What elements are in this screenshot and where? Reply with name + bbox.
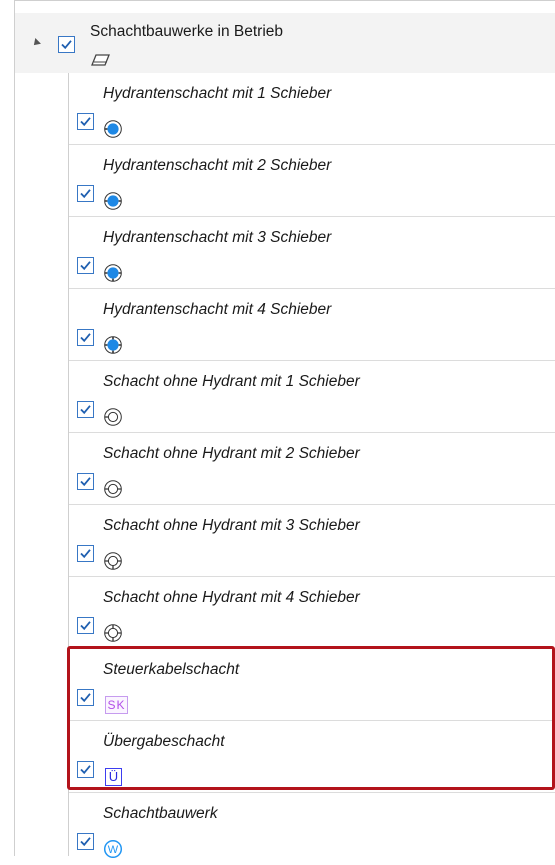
group-checkbox[interactable] — [58, 36, 75, 53]
shaft-valve-2-icon — [104, 480, 122, 498]
layer-checkbox[interactable] — [77, 545, 94, 562]
layer-label: Schacht ohne Hydrant mit 3 Schieber — [103, 517, 360, 534]
layer-label: Hydrantenschacht mit 3 Schieber — [103, 229, 332, 246]
group-label: Schachtbauwerke in Betrieb — [90, 23, 284, 40]
layer-checkbox[interactable] — [77, 185, 94, 202]
panel-border-left — [14, 0, 15, 856]
layer-item[interactable]: Hydrantenschacht mit 1 Schieber — [69, 73, 555, 145]
hydrant-valve-3-icon — [104, 264, 122, 282]
layer-label: Übergabeschacht — [103, 733, 225, 750]
hydrant-valve-4-icon — [104, 336, 122, 354]
sk-badge-icon: SK — [105, 696, 128, 714]
layer-label: Hydrantenschacht mit 2 Schieber — [103, 157, 332, 174]
layer-label: Schacht ohne Hydrant mit 2 Schieber — [103, 445, 360, 462]
layer-item[interactable]: Hydrantenschacht mit 4 Schieber — [69, 289, 555, 361]
eraser-icon — [90, 53, 112, 72]
layer-label: Schacht ohne Hydrant mit 4 Schieber — [103, 589, 360, 606]
layer-checkbox[interactable] — [77, 401, 94, 418]
layer-item[interactable]: Schacht ohne Hydrant mit 2 Schieber — [69, 433, 555, 505]
layer-checkbox[interactable] — [77, 257, 94, 274]
hydrant-valve-2-icon — [104, 192, 122, 210]
layer-label: Schacht ohne Hydrant mit 1 Schieber — [103, 373, 360, 390]
layer-item[interactable]: Schacht ohne Hydrant mit 4 Schieber — [69, 577, 555, 649]
layer-item[interactable]: Hydrantenschacht mit 2 Schieber — [69, 145, 555, 217]
layer-item[interactable]: Übergabeschacht Ü — [69, 721, 555, 793]
svg-text:W: W — [108, 844, 119, 856]
layer-label: Steuerkabelschacht — [103, 661, 240, 678]
ue-badge-icon: Ü — [105, 768, 122, 786]
layer-item[interactable]: Schacht ohne Hydrant mit 1 Schieber — [69, 361, 555, 433]
layer-label: Hydrantenschacht mit 4 Schieber — [103, 301, 332, 318]
layer-checkbox[interactable] — [77, 689, 94, 706]
hydrant-valve-1-icon — [104, 120, 122, 138]
layer-label: Schachtbauwerk — [103, 805, 218, 822]
layer-checkbox[interactable] — [77, 833, 94, 850]
layer-checkbox[interactable] — [77, 113, 94, 130]
layer-checkbox[interactable] — [77, 473, 94, 490]
layer-item[interactable]: Hydrantenschacht mit 3 Schieber — [69, 217, 555, 289]
layer-label: Hydrantenschacht mit 1 Schieber — [103, 85, 332, 102]
panel-border-top — [14, 0, 555, 1]
layer-checkbox[interactable] — [77, 617, 94, 634]
w-circle-icon: W — [103, 839, 123, 859]
layer-item[interactable]: Schachtbauwerk W — [69, 793, 555, 865]
shaft-valve-1-icon — [104, 408, 122, 426]
layer-item[interactable]: Steuerkabelschacht SK — [69, 649, 555, 721]
layer-item[interactable]: Schacht ohne Hydrant mit 3 Schieber — [69, 505, 555, 577]
shaft-valve-3-icon — [104, 552, 122, 570]
layer-checkbox[interactable] — [77, 329, 94, 346]
shaft-valve-4-icon — [104, 624, 122, 642]
layer-checkbox[interactable] — [77, 761, 94, 778]
